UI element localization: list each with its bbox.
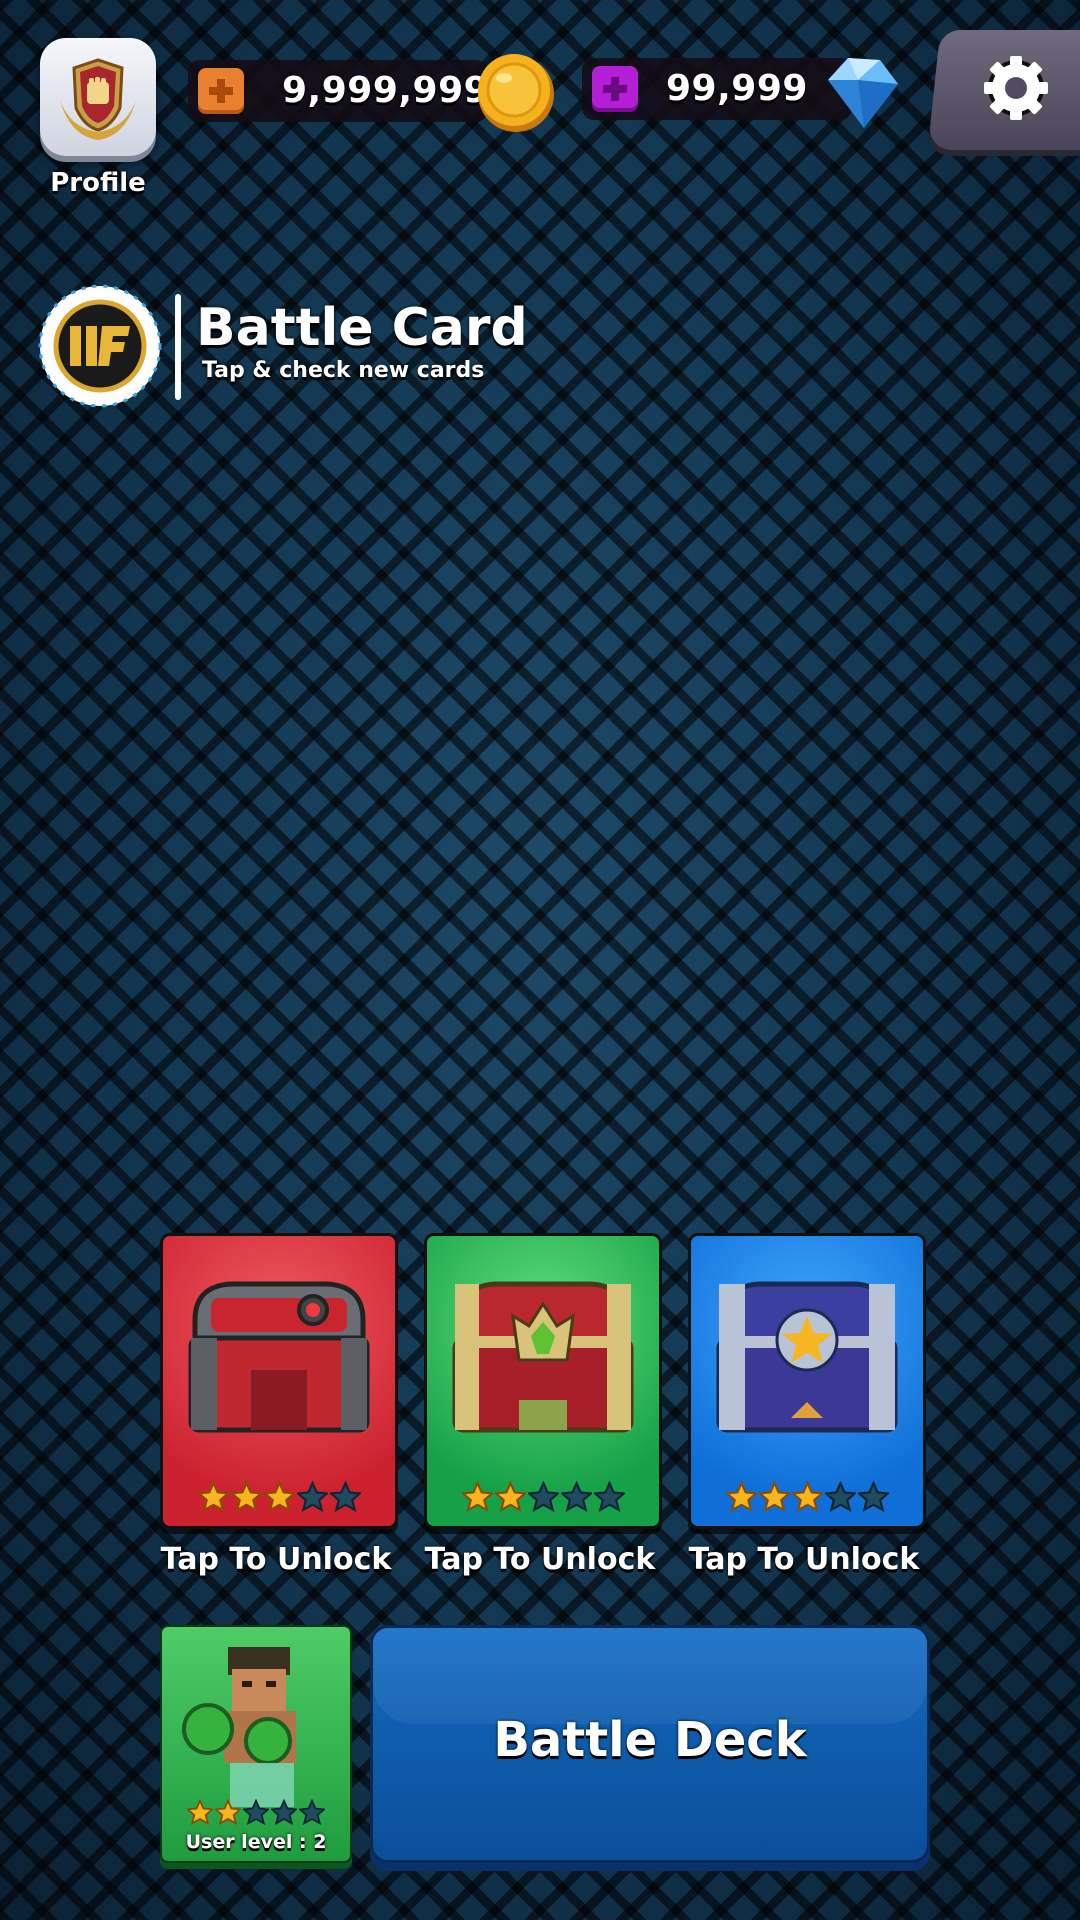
chest-rarity-stars (163, 1481, 395, 1512)
plus-icon (209, 79, 233, 103)
star-filled-icon (725, 1481, 757, 1512)
add-gems-button[interactable] (592, 66, 638, 112)
star-filled-icon (215, 1799, 241, 1825)
star-filled-icon (461, 1481, 493, 1512)
boxer-character-icon (182, 1647, 296, 1807)
battle-deck-button[interactable]: Battle Deck (370, 1625, 930, 1863)
battle-deck-label: Battle Deck (493, 1712, 807, 1768)
star-empty-icon (527, 1481, 559, 1512)
gem-balance: 99,999 (582, 58, 852, 120)
star-empty-icon (560, 1481, 592, 1512)
coin-balance: 9,999,999 (188, 60, 490, 122)
star-empty-icon (824, 1481, 856, 1512)
green-chest-icon (452, 1281, 634, 1433)
blue-diamond-icon (828, 58, 898, 128)
gem-amount: 99,999 (666, 68, 808, 109)
plus-icon (603, 77, 627, 101)
gold-coin-icon (478, 54, 554, 132)
profile-button[interactable] (40, 38, 156, 156)
star-empty-icon (243, 1799, 269, 1825)
star-filled-icon (187, 1799, 213, 1825)
chest-unlock-label[interactable]: Tap To Unlock (674, 1542, 934, 1577)
star-filled-icon (197, 1481, 229, 1512)
page-subtitle: Tap & check new cards (202, 358, 485, 383)
chest-card-green[interactable] (424, 1233, 662, 1529)
add-coins-button[interactable] (198, 68, 244, 114)
chest-unlock-label[interactable]: Tap To Unlock (410, 1542, 670, 1577)
page-title: Battle Card (196, 298, 528, 358)
red-chest-icon (188, 1281, 370, 1433)
star-filled-icon (791, 1481, 823, 1512)
profile-label: Profile (50, 168, 146, 198)
star-filled-icon (494, 1481, 526, 1512)
chest-rarity-stars (427, 1481, 659, 1512)
fist-emblem-icon (60, 58, 136, 140)
chest-card-red[interactable] (160, 1233, 398, 1529)
chest-rarity-stars (691, 1481, 923, 1512)
chest-card-blue[interactable] (688, 1233, 926, 1529)
coin-amount: 9,999,999 (282, 70, 490, 111)
star-empty-icon (299, 1799, 325, 1825)
user-level-stars (162, 1799, 350, 1825)
blue-chest-icon (716, 1281, 898, 1433)
star-empty-icon (329, 1481, 361, 1512)
chest-unlock-label[interactable]: Tap To Unlock (146, 1542, 406, 1577)
star-empty-icon (857, 1481, 889, 1512)
user-level-label: User level : 2 (185, 1831, 327, 1853)
user-level-card[interactable]: User level : 2 (160, 1625, 352, 1863)
star-filled-icon (263, 1481, 295, 1512)
gear-icon[interactable] (978, 50, 1054, 126)
star-empty-icon (296, 1481, 328, 1512)
title-divider (175, 294, 181, 400)
iif-association-logo (38, 284, 162, 408)
star-empty-icon (271, 1799, 297, 1825)
star-filled-icon (230, 1481, 262, 1512)
star-empty-icon (593, 1481, 625, 1512)
star-filled-icon (758, 1481, 790, 1512)
